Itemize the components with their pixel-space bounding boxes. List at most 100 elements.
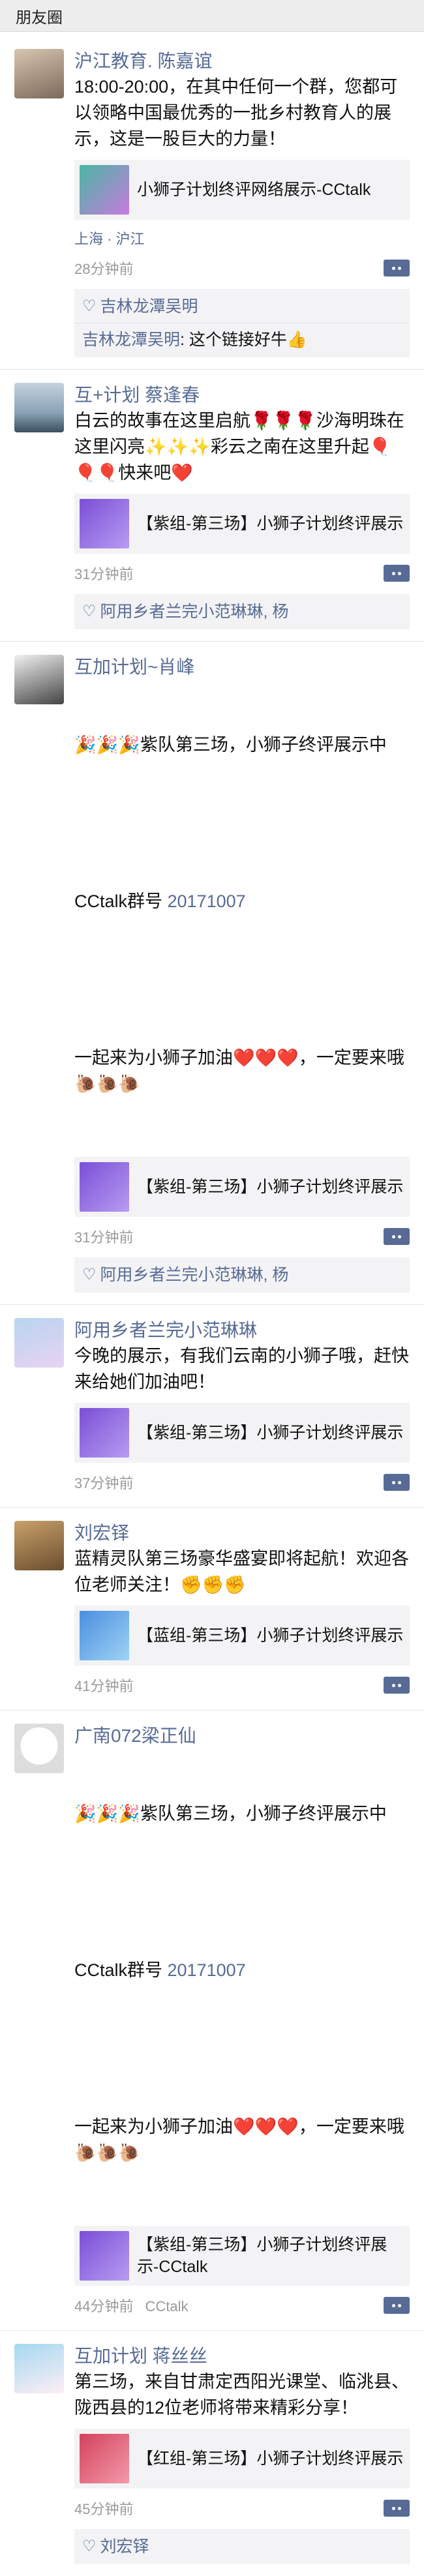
shared-link-card[interactable]: 【紫组-第三场】小狮子计划终评展示-CCtalk <box>74 2226 410 2286</box>
post-text: 蓝精灵队第三场豪华盛宴即将起航！欢迎各位老师关注！✊✊✊ <box>74 1549 409 1595</box>
heart-icon: ♡ <box>82 1266 97 1283</box>
link-title: 【紫组-第三场】小狮子计划终评展示-CCtalk <box>137 2236 387 2276</box>
more-options-button[interactable] <box>384 2297 410 2314</box>
avatar[interactable] <box>14 1724 64 1773</box>
post-text: 今晚的展示，有我们云南的小狮子哦，赶快来给她们加油吧！ <box>74 1346 409 1392</box>
post-content: 互+计划 蔡逢春 白云的故事在这里启航🌹🌹🌹沙海明珠在这里闪亮✨✨✨彩云之南在这… <box>74 383 410 629</box>
avatar[interactable] <box>14 383 64 432</box>
post-text-line <box>74 1879 410 1905</box>
post-text: 🎉🎉🎉紫队第三场，小狮子终评展示中 CCtalk群号 20171007 一起来为… <box>74 1748 410 2218</box>
post-content: 互加计划 蒋丝丝 第三场，来自甘肃定西阳光课堂、临洮县、陇西县的12位老师将带来… <box>74 2344 410 2564</box>
post-author[interactable]: 阿用乡者兰完小范琳琳 <box>74 1318 410 1343</box>
post-author[interactable]: 刘宏铎 <box>74 1521 410 1546</box>
post-time: 31分钟前 <box>74 1229 134 1246</box>
link-title: 小狮子计划终评网络展示-CCtalk <box>137 181 371 199</box>
heart-icon: ♡ <box>82 2538 97 2555</box>
more-options-button[interactable] <box>384 1677 410 1694</box>
likes-comments-box: ♡ 阿用乡者兰完小范琳琳, 杨 <box>74 1257 410 1293</box>
likes-names[interactable]: 阿用乡者兰完小范琳琳, 杨 <box>100 1263 289 1287</box>
avatar[interactable] <box>14 2344 64 2393</box>
likes-comments-box: ♡ 吉林龙潭吴明 吉林龙潭吴明: 这个链接好牛👍 <box>74 289 410 357</box>
link-thumbnail <box>80 2434 129 2483</box>
post-content: 刘宏铎 蓝精灵队第三场豪华盛宴即将起航！欢迎各位老师关注！✊✊✊ 【蓝组-第三场… <box>74 1521 410 1698</box>
moment-post: 沪江教育. 陈嘉谊 18:00-20:00，在其中任何一个群，您都可以领略中国最… <box>0 32 424 370</box>
avatar[interactable] <box>14 1318 64 1368</box>
post-meta-left: 44分钟前 CCtalk <box>74 2295 189 2316</box>
post-content: 广南072梁正仙 🎉🎉🎉紫队第三场，小狮子终评展示中 CCtalk群号 2017… <box>74 1724 410 2318</box>
heart-icon: ♡ <box>82 603 97 620</box>
likes-names[interactable]: 吉林龙潭吴明 <box>100 294 198 319</box>
post-text-line: 🎉🎉🎉紫队第三场，小狮子终评展示中 <box>74 1804 387 1823</box>
post-text-line: 🎉🎉🎉紫队第三场，小狮子终评展示中 <box>74 735 387 755</box>
post-source[interactable]: CCtalk <box>145 2298 188 2314</box>
likes-row: ♡ 刘宏铎 <box>82 2534 402 2559</box>
shared-link-card[interactable]: 小狮子计划终评网络展示-CCtalk <box>74 160 410 220</box>
link-title: 【红组-第三场】小狮子计划终评展示 <box>137 2449 404 2468</box>
more-options-button[interactable] <box>384 2500 410 2517</box>
more-options-button[interactable] <box>384 1228 410 1245</box>
group-number-link[interactable]: 20171007 <box>168 891 246 911</box>
link-thumbnail <box>80 165 129 215</box>
likes-row: ♡ 吉林龙潭吴明 <box>82 294 402 319</box>
page-title: 朋友圈 <box>16 8 63 27</box>
avatar[interactable] <box>14 1521 64 1570</box>
link-thumbnail <box>80 2231 129 2281</box>
post-location[interactable]: 上海 · 沪江 <box>74 228 410 248</box>
post-text-line: CCtalk群号 20171007 <box>74 1957 410 1983</box>
post-text-line <box>74 2035 410 2061</box>
link-thumbnail <box>80 1611 129 1660</box>
post-content: 互加计划~肖峰 🎉🎉🎉紫队第三场，小狮子终评展示中 CCtalk群号 20171… <box>74 655 410 1293</box>
shared-link-card[interactable]: 【蓝组-第三场】小狮子计划终评展示 <box>74 1606 410 1666</box>
moment-post: 互+计划 蔡逢春 白云的故事在这里启航🌹🌹🌹沙海明珠在这里闪亮✨✨✨彩云之南在这… <box>0 370 424 642</box>
post-text: 🎉🎉🎉紫队第三场，小狮子终评展示中 CCtalk群号 20171007 一起来为… <box>74 680 410 1149</box>
post-time: 45分钟前 <box>74 2501 134 2517</box>
post-meta: 44分钟前 CCtalk <box>74 2292 410 2318</box>
post-author[interactable]: 广南072梁正仙 <box>74 1724 410 1748</box>
avatar[interactable] <box>14 655 64 704</box>
post-meta: 45分钟前 <box>74 2495 410 2521</box>
shared-link-card[interactable]: 【紫组-第三场】小狮子计划终评展示 <box>74 494 410 554</box>
likes-names[interactable]: 刘宏铎 <box>100 2534 149 2559</box>
group-label: CCtalk群号 <box>74 1960 168 1980</box>
comment[interactable]: 吉林龙潭吴明: 这个链接好牛👍 <box>82 327 402 352</box>
more-options-button[interactable] <box>384 1474 410 1491</box>
post-meta: 28分钟前 <box>74 255 410 281</box>
link-thumbnail <box>80 1162 129 1212</box>
post-author[interactable]: 互加计划 蒋丝丝 <box>74 2344 410 2369</box>
post-text: 第三场，来自甘肃定西阳光课堂、临洮县、陇西县的12位老师将带来精彩分享！ <box>74 2372 409 2418</box>
post-text: 18:00-20:00，在其中任何一个群，您都可以领略中国最优秀的一批乡村教育人… <box>74 77 398 149</box>
shared-link-card[interactable]: 【紫组-第三场】小狮子计划终评展示 <box>74 1403 410 1463</box>
avatar[interactable] <box>14 49 64 98</box>
moment-post: 广南072梁正仙 🎉🎉🎉紫队第三场，小狮子终评展示中 CCtalk群号 2017… <box>0 1711 424 2331</box>
link-title: 【蓝组-第三场】小狮子计划终评展示 <box>137 1626 404 1645</box>
likes-row: ♡ 阿用乡者兰完小范琳琳, 杨 <box>82 599 402 624</box>
post-meta: 37分钟前 <box>74 1469 410 1495</box>
post-time: 37分钟前 <box>74 1475 134 1491</box>
moment-post: 互加计划~肖峰 🎉🎉🎉紫队第三场，小狮子终评展示中 CCtalk群号 20171… <box>0 642 424 1305</box>
likes-names[interactable]: 阿用乡者兰完小范琳琳, 杨 <box>100 599 289 624</box>
post-author[interactable]: 互加计划~肖峰 <box>74 655 410 680</box>
group-label: CCtalk群号 <box>74 891 168 911</box>
more-options-button[interactable] <box>384 565 410 582</box>
post-text-line <box>74 966 410 993</box>
post-time: 44分钟前 <box>74 2298 134 2314</box>
comment-author[interactable]: 吉林龙潭吴明 <box>82 331 180 349</box>
post-text-line: CCtalk群号 20171007 <box>74 888 410 914</box>
link-title: 【紫组-第三场】小狮子计划终评展示 <box>137 1424 404 1442</box>
post-text: 白云的故事在这里启航🌹🌹🌹沙海明珠在这里闪亮✨✨✨彩云之南在这里升起🎈🎈🎈快来吧… <box>74 411 404 483</box>
more-options-button[interactable] <box>384 260 410 277</box>
shared-link-card[interactable]: 【红组-第三场】小狮子计划终评展示 <box>74 2429 410 2489</box>
post-meta: 31分钟前 <box>74 560 410 586</box>
post-meta: 41分钟前 <box>74 1672 410 1698</box>
comment-text: : 这个链接好牛👍 <box>180 331 308 349</box>
link-title: 【紫组-第三场】小狮子计划终评展示 <box>137 1178 404 1196</box>
post-author[interactable]: 互+计划 蔡逢春 <box>74 383 410 408</box>
post-author[interactable]: 沪江教育. 陈嘉谊 <box>74 49 410 74</box>
group-number-link[interactable]: 20171007 <box>168 1960 246 1980</box>
post-meta: 31分钟前 <box>74 1223 410 1250</box>
heart-icon: ♡ <box>82 297 97 315</box>
post-text-line <box>74 810 410 836</box>
link-title: 【紫组-第三场】小狮子计划终评展示 <box>137 515 404 533</box>
shared-link-card[interactable]: 【紫组-第三场】小狮子计划终评展示 <box>74 1157 410 1217</box>
post-time: 41分钟前 <box>74 1678 134 1694</box>
